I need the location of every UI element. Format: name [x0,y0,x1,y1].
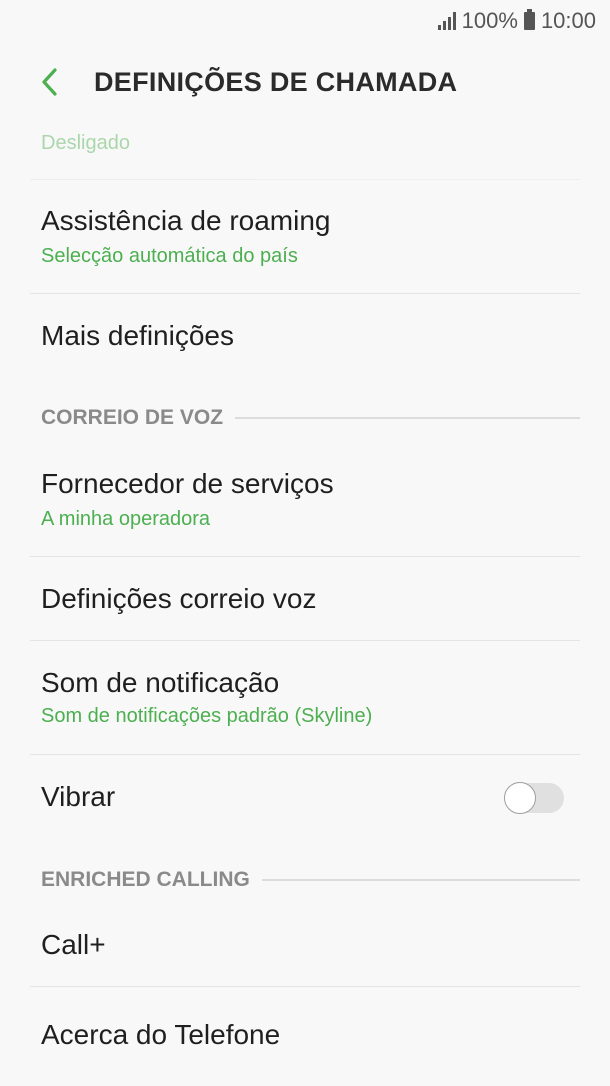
list-item-call-plus[interactable]: Call+ [30,903,580,987]
clock: 10:00 [540,8,596,33]
section-header-voicemail: CORREIO DE VOZ [41,403,580,433]
chevron-left-icon [42,68,57,96]
signal-icon [437,12,456,30]
item-title: Vibrar [41,781,116,812]
list-item-partial[interactable]: Desligado [30,122,580,180]
item-status: A minha operadora [41,508,211,530]
list-item-more-settings[interactable]: Mais definições [30,294,580,384]
page-title: DEFINIÇÕES DE CHAMADA [94,66,458,97]
status-bar: 100% 10:00 [0,0,610,42]
item-title: Call+ [41,929,106,960]
item-status: Selecção automática do país [41,245,298,267]
item-title: Mais definições [41,320,234,351]
list-item-roaming-assistance[interactable]: Assistência de roaming Selecção automáti… [30,179,580,294]
section-divider [235,417,580,419]
battery-icon [523,9,535,30]
toggle-knob [504,782,536,814]
app-bar: DEFINIÇÕES DE CHAMADA [0,42,610,122]
item-title: Fornecedor de serviços [41,468,334,499]
item-status: Desligado [41,132,130,154]
back-button[interactable] [30,62,70,102]
item-title: Som de notificação [41,667,280,698]
battery-level: 100% [461,8,518,33]
item-title: Assistência de roaming [41,205,331,236]
section-header-enriched-calling: ENRICHED CALLING [41,865,580,895]
item-title: Definições correio voz [41,583,317,614]
list-item-service-provider[interactable]: Fornecedor de serviços A minha operadora [30,442,580,557]
list-item-notification-sound[interactable]: Som de notificação Som de notificações p… [30,641,580,755]
section-label: ENRICHED CALLING [41,868,250,891]
item-title: Acerca do Telefone [41,1019,281,1050]
list-item-about-phone[interactable]: Acerca do Telefone [30,987,580,1085]
section-divider [261,879,580,881]
section-label: CORREIO DE VOZ [41,406,224,429]
list-item-voicemail-settings[interactable]: Definições correio voz [30,557,580,641]
item-status: Som de notificações padrão (Skyline) [41,705,373,727]
list-item-vibrate[interactable]: Vibrar [30,755,580,845]
vibrate-toggle[interactable] [504,782,564,814]
